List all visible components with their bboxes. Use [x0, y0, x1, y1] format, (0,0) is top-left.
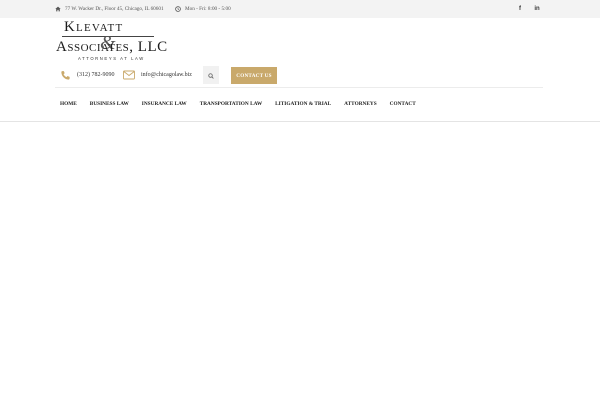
- logo-tagline: ATTORNEYS AT LAW: [78, 56, 145, 61]
- phone-contact[interactable]: (312) 782-9090: [60, 66, 115, 84]
- address-text: 77 W. Wacker Dr., Floor 45, Chicago, IL …: [65, 6, 164, 12]
- hours-text: Mon - Fri: 8:00 - 5:00: [185, 6, 231, 12]
- search-icon: [208, 66, 214, 84]
- contact-us-button[interactable]: CONTACT US: [231, 67, 277, 84]
- nav-item-litigation-trial[interactable]: LITIGATION & TRIAL: [275, 101, 331, 107]
- linkedin-icon[interactable]: in: [531, 0, 543, 18]
- nav-item-home[interactable]: HOME: [60, 101, 77, 107]
- nav-item-transportation-law[interactable]: TRANSPORTATION LAW: [200, 101, 262, 107]
- email-address: info@chicagolaw.biz: [141, 72, 192, 78]
- phone-icon: [60, 70, 71, 81]
- search-button[interactable]: [203, 66, 219, 84]
- envelope-icon: [123, 70, 135, 80]
- address-info: 77 W. Wacker Dr., Floor 45, Chicago, IL …: [55, 0, 164, 18]
- phone-number: (312) 782-9090: [77, 72, 115, 78]
- home-icon: [55, 6, 61, 12]
- top-info-bar: 77 W. Wacker Dr., Floor 45, Chicago, IL …: [0, 0, 600, 18]
- nav-item-insurance-law[interactable]: INSURANCE LAW: [142, 101, 187, 107]
- email-contact[interactable]: info@chicagolaw.biz: [123, 66, 192, 84]
- hours-info: Mon - Fri: 8:00 - 5:00: [175, 0, 231, 18]
- nav-item-attorneys[interactable]: ATTORNEYS: [344, 101, 376, 107]
- site-logo[interactable]: Klevatt & Associates, LLC ATTORNEYS AT L…: [56, 19, 167, 63]
- clock-icon: [175, 6, 181, 12]
- nav-item-business-law[interactable]: BUSINESS LAW: [90, 101, 129, 107]
- header-divider: [55, 87, 543, 88]
- facebook-icon[interactable]: f: [514, 0, 526, 18]
- nav-item-contact[interactable]: CONTACT: [390, 101, 416, 107]
- page-content: [0, 122, 600, 400]
- main-nav: HOME BUSINESS LAW INSURANCE LAW TRANSPOR…: [55, 96, 416, 112]
- logo-line-2: Associates, LLC: [56, 39, 168, 55]
